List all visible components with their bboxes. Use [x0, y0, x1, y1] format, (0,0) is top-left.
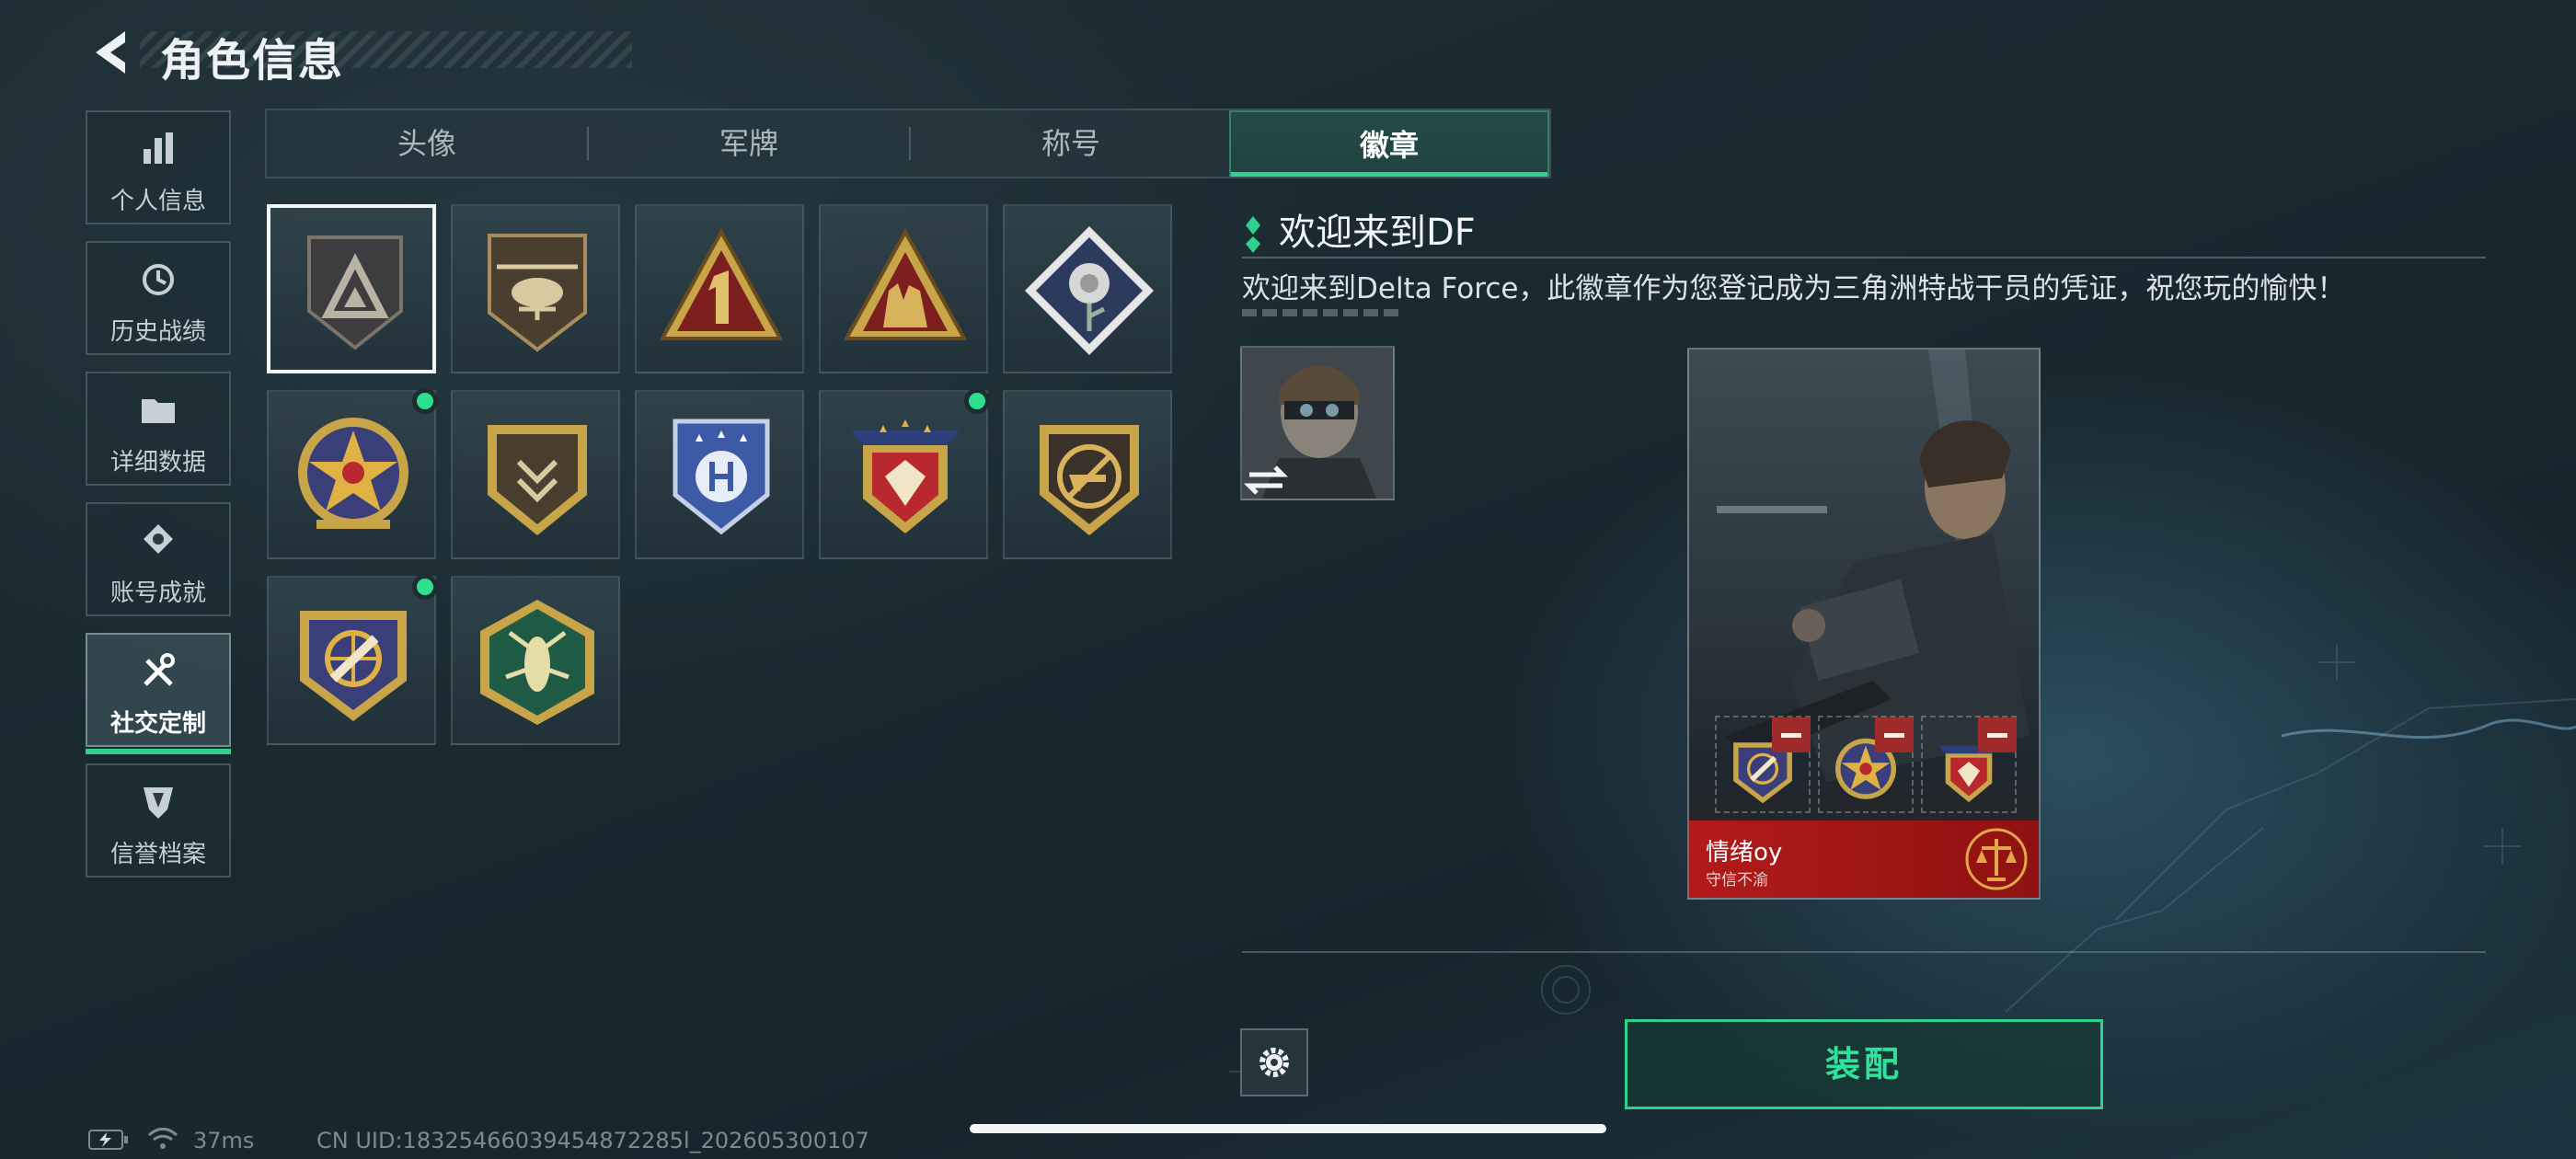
header: 角色信息 — [85, 20, 632, 86]
badge-number-one[interactable] — [635, 204, 804, 373]
gem-shield-badge-icon — [850, 419, 960, 534]
dotted-divider — [1242, 309, 1400, 316]
back-arrow-icon — [96, 31, 125, 74]
tab-badge[interactable]: 徽章 — [1229, 110, 1549, 177]
badge-crosshair-bullet[interactable] — [267, 574, 438, 745]
nav-label: 个人信息 — [109, 188, 206, 215]
page-title: 角色信息 — [160, 35, 345, 86]
remove-badge-button[interactable] — [1772, 717, 1811, 752]
tab-title[interactable]: 称号 — [911, 110, 1231, 177]
diamond-marker-icon — [1246, 216, 1260, 253]
helicopter-badge-icon — [488, 234, 587, 352]
badge-wasp[interactable] — [451, 576, 620, 745]
wifi-icon — [147, 1128, 178, 1149]
nav-item-history[interactable]: 历史战绩 — [86, 241, 231, 355]
equipped-badge-slot-3[interactable] — [1921, 716, 2017, 813]
soldiers-badge-icon — [843, 227, 968, 340]
remove-badge-button[interactable] — [1875, 717, 1914, 752]
new-indicator — [412, 388, 438, 414]
chevron-shield-badge-icon — [488, 425, 587, 535]
nav-item-personal[interactable]: 个人信息 — [86, 110, 231, 224]
nav-item-social[interactable]: 社交定制 — [86, 633, 231, 754]
equipped-badge-slot-1[interactable] — [1715, 716, 1811, 813]
badge-blue-stars-shield[interactable] — [635, 390, 804, 559]
blue-stars-shield-badge-icon — [673, 419, 770, 535]
battery-charging-icon — [88, 1130, 128, 1150]
star-target-badge-icon — [298, 418, 408, 529]
rifle-prohibited-badge-icon — [1040, 425, 1139, 535]
remove-badge-button[interactable] — [1978, 717, 2017, 752]
name-card-preview: 情绪oy 守信不渝 — [1687, 348, 2041, 900]
nav-item-reputation[interactable]: 信誉档案 — [86, 763, 231, 878]
badge-rifle-prohibited[interactable] — [1003, 390, 1172, 559]
folder-icon — [142, 399, 175, 423]
badge-rose[interactable] — [1003, 204, 1172, 373]
scales-of-justice-icon — [1965, 828, 2028, 890]
badge-delta-triangle[interactable] — [267, 204, 436, 373]
badge-helicopter[interactable] — [451, 204, 620, 373]
tools-icon — [144, 653, 175, 686]
tab-dog-tag[interactable]: 军牌 — [589, 110, 909, 177]
crosshair-bullet-badge-icon — [300, 611, 407, 721]
card-footer: 情绪oy 守信不渝 — [1689, 820, 2039, 898]
badge-description: 欢迎来到Delta Force，此徽章作为您登记成为三角洲特战干员的凭证，祝您玩… — [1242, 272, 2346, 305]
back-button[interactable] — [88, 28, 132, 77]
number-one-badge-icon — [659, 227, 784, 340]
avatar-switch[interactable] — [1240, 346, 1395, 500]
nav-label: 社交定制 — [109, 710, 206, 738]
divider — [1242, 257, 2486, 258]
history-icon — [143, 264, 174, 295]
nav-item-achievements[interactable]: 账号成就 — [86, 502, 231, 616]
detail-title-text: 欢迎来到DF — [1279, 212, 1476, 254]
nav-label: 详细数据 — [109, 449, 206, 476]
player-title: 守信不渝 — [1706, 871, 1768, 889]
wasp-badge-icon — [480, 600, 594, 725]
operator-portrait — [1717, 350, 2030, 782]
equipped-badge-slot-2[interactable] — [1818, 716, 1914, 813]
new-indicator — [964, 388, 990, 414]
bar-chart-icon — [144, 132, 173, 164]
gear-icon — [1259, 1048, 1289, 1077]
badge-gem-shield[interactable] — [819, 388, 990, 559]
new-indicator — [412, 574, 438, 600]
equip-button[interactable]: 装配 — [1625, 1019, 2103, 1109]
player-name: 情绪oy — [1706, 839, 1783, 866]
user-uid: CN UID:18325466039454872285l_20260530010… — [316, 1128, 869, 1153]
home-indicator[interactable] — [970, 1124, 1606, 1133]
delta-triangle-badge-icon — [307, 235, 403, 350]
shield-icon — [144, 787, 173, 819]
settings-button[interactable] — [1240, 1028, 1308, 1096]
avatar-portrait — [1242, 348, 1393, 499]
rose-badge-icon — [1025, 226, 1154, 355]
nav-item-details[interactable]: 详细数据 — [86, 372, 231, 486]
badge-star-target[interactable] — [267, 388, 438, 559]
nav-label: 账号成就 — [109, 580, 206, 607]
medal-icon — [144, 524, 173, 554]
nav-label: 信誉档案 — [109, 841, 206, 868]
nav-label: 历史战绩 — [109, 318, 206, 346]
badge-grid — [267, 204, 1187, 756]
badge-chevron-shield[interactable] — [451, 390, 620, 559]
divider — [1242, 951, 2486, 953]
ping-readout: 37ms — [193, 1128, 255, 1153]
badge-detail-title: 欢迎来到DF — [1242, 202, 1476, 256]
tab-avatar[interactable]: 头像 — [267, 110, 587, 177]
badge-soldiers[interactable] — [819, 204, 988, 373]
tab-bar: 头像 军牌 称号 徽章 — [265, 109, 1551, 178]
